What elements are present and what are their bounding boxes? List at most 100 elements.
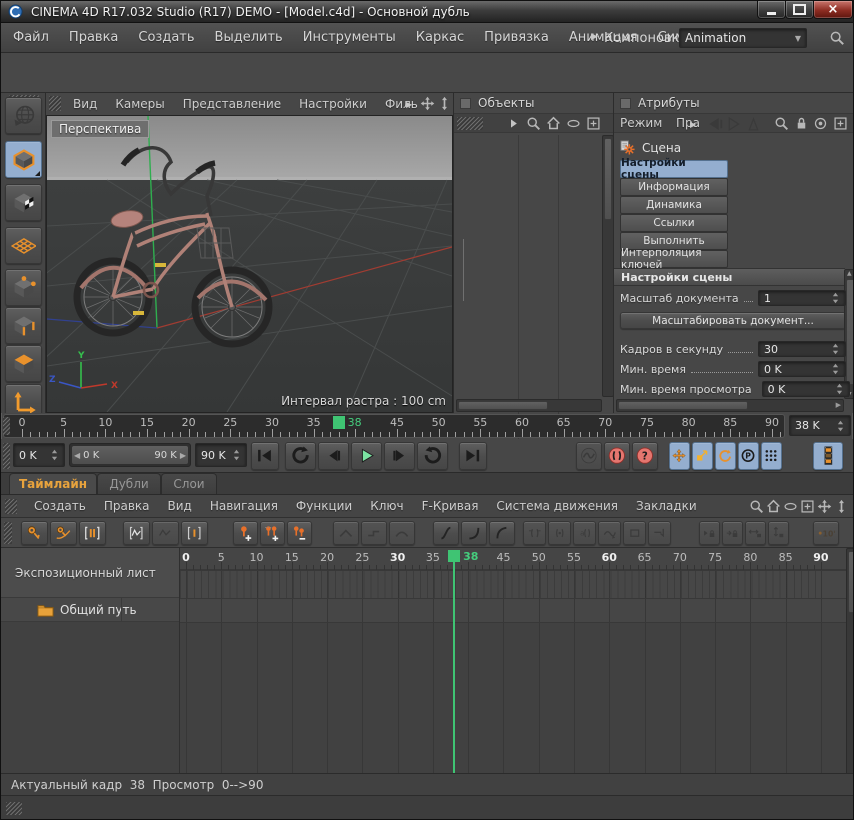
viewport-menu-item[interactable]: Вид [64, 97, 106, 111]
spinner-icon[interactable] [50, 448, 59, 462]
timeline-menu-item[interactable]: Правка [95, 499, 159, 513]
viewport-menu-overflow-icon[interactable]: ▶ [406, 100, 412, 109]
record-curve-button[interactable] [576, 442, 602, 470]
spinner-icon[interactable] [232, 448, 241, 462]
add-box-icon[interactable] [800, 499, 815, 514]
timeline-playhead-line[interactable] [453, 550, 455, 773]
key-position-button[interactable] [669, 442, 690, 470]
range-start-field[interactable]: 0 K [13, 443, 65, 467]
edges-mode-button[interactable] [5, 307, 42, 344]
record-keyframe-button[interactable] [604, 442, 630, 470]
motion-mode-button[interactable] [79, 521, 106, 545]
maximize-button[interactable] [785, 1, 814, 19]
search-icon[interactable] [749, 499, 764, 514]
home-icon[interactable] [766, 499, 781, 514]
layout-flyout-icon[interactable]: ▶ [591, 32, 598, 42]
spinner-icon[interactable] [831, 362, 840, 376]
timeline-menu-item[interactable]: Функции [287, 499, 361, 513]
fcurve-mode-button[interactable] [50, 521, 77, 545]
ease-step-button[interactable] [361, 521, 387, 545]
interp-soft-button[interactable] [489, 521, 515, 545]
frame-current-button[interactable] [181, 521, 208, 545]
menu-arrow-icon[interactable] [506, 116, 521, 131]
record-help-button[interactable]: ? [632, 442, 658, 470]
next-frame-button[interactable] [384, 442, 415, 470]
close-button[interactable]: × [813, 1, 853, 19]
pan-view-icon[interactable] [817, 499, 832, 514]
field-value[interactable]: 0 K [762, 381, 850, 397]
menubar-item[interactable]: Создать [128, 30, 204, 45]
menubar-item[interactable]: Файл [3, 30, 59, 45]
menubar-item[interactable]: Каркас [406, 30, 474, 45]
add-box-icon[interactable] [586, 116, 601, 131]
dope-sheet[interactable]: Экспозиционный лист Общий путь 051015202… [1, 548, 854, 773]
goto-start-button[interactable] [251, 442, 279, 470]
add-key-button[interactable] [233, 521, 258, 545]
key-parameter-button[interactable]: P [738, 442, 759, 470]
bottom-grip[interactable] [6, 802, 22, 815]
dolly-view-icon[interactable] [834, 499, 849, 514]
attribute-tab[interactable]: Ссылки [620, 214, 728, 232]
scale-document-button[interactable]: Масштабировать документ... [620, 312, 846, 329]
history-ghost-icon[interactable] [745, 117, 762, 131]
menubar-item[interactable]: Правка [59, 30, 128, 45]
lock-time-button[interactable] [699, 521, 720, 545]
viewport-menu-item[interactable]: Настройки [290, 97, 376, 111]
range-left-arrow-icon[interactable]: ◀ [74, 451, 80, 460]
range-right-arrow-icon[interactable]: ▶ [180, 451, 186, 460]
field-value[interactable]: 30 [758, 341, 846, 357]
lock-icon[interactable] [794, 116, 809, 131]
spinner-icon[interactable] [836, 419, 845, 433]
timeline-menu-item[interactable]: F-Кривая [413, 499, 488, 513]
timeline-menu-item[interactable]: Закладки [627, 499, 706, 513]
texture-mode-button[interactable] [5, 184, 42, 221]
preview-range-slider[interactable]: ◀ 0 K 90 K ▶ [69, 443, 191, 467]
polygons-mode-button[interactable] [5, 345, 42, 382]
spinner-icon[interactable] [831, 291, 840, 305]
menubar-item[interactable]: Инструменты [293, 30, 406, 45]
lock-vertical-button[interactable] [768, 521, 789, 545]
viewport-canvas[interactable]: Y X Z Перспектива Интервал растра : 100 … [46, 115, 453, 413]
timeline-menu-item[interactable]: Вид [159, 499, 201, 513]
frame-all-button[interactable] [123, 521, 150, 545]
lock-value-button[interactable] [722, 521, 743, 545]
play-backwards-button[interactable] [285, 442, 316, 470]
attributes-menu-item[interactable]: Пра [676, 116, 700, 130]
menu-overflow-icon[interactable]: ▶ [690, 120, 696, 129]
menubar-item[interactable]: Выделить [205, 30, 293, 45]
interp-ease-button[interactable] [461, 521, 487, 545]
key-scale-button[interactable] [692, 442, 713, 470]
add-box-icon[interactable] [833, 116, 848, 131]
search-icon[interactable] [829, 30, 845, 46]
viewport-grip[interactable] [49, 96, 61, 111]
play-loop-button[interactable] [417, 442, 448, 470]
animation-ruler[interactable]: 051015202530354550556065707580859038 [3, 414, 785, 438]
key-rotation-button[interactable] [715, 442, 736, 470]
make-editable-button[interactable] [5, 97, 42, 134]
filter-icon[interactable] [566, 116, 581, 131]
points-mode-button[interactable] [5, 269, 42, 306]
minimize-button[interactable] [757, 1, 786, 19]
search-icon[interactable] [526, 116, 541, 131]
dope-sheet-mode-button[interactable] [21, 521, 48, 545]
viewport-menu-item[interactable]: Камеры [106, 97, 173, 111]
attribute-tab[interactable]: Интерполяция ключей [620, 250, 728, 268]
delete-keys-button[interactable] [287, 521, 312, 545]
field-value[interactable]: 1 [758, 290, 846, 306]
key-pla-button[interactable] [761, 442, 782, 470]
tangent-clamp-button[interactable] [623, 521, 646, 545]
lock-horizontal-button[interactable] [745, 521, 766, 545]
interp-spline-button[interactable] [433, 521, 459, 545]
objects-hscrollbar[interactable] [456, 399, 602, 412]
tangent-parallel-button[interactable] [523, 521, 546, 545]
attribute-tab[interactable]: Настройки сцены [620, 160, 728, 178]
view-label[interactable]: Перспектива [51, 120, 149, 138]
model-mode-button[interactable] [5, 141, 42, 178]
tangent-break-button[interactable] [648, 521, 671, 545]
timeline-menu-item[interactable]: Система движения [487, 499, 627, 513]
tangent-auto-button[interactable] [548, 521, 571, 545]
goto-end-button[interactable] [459, 442, 487, 470]
home-icon[interactable] [546, 116, 561, 131]
track-row[interactable]: Общий путь [1, 598, 179, 622]
ruler-grip[interactable] [3, 417, 10, 435]
